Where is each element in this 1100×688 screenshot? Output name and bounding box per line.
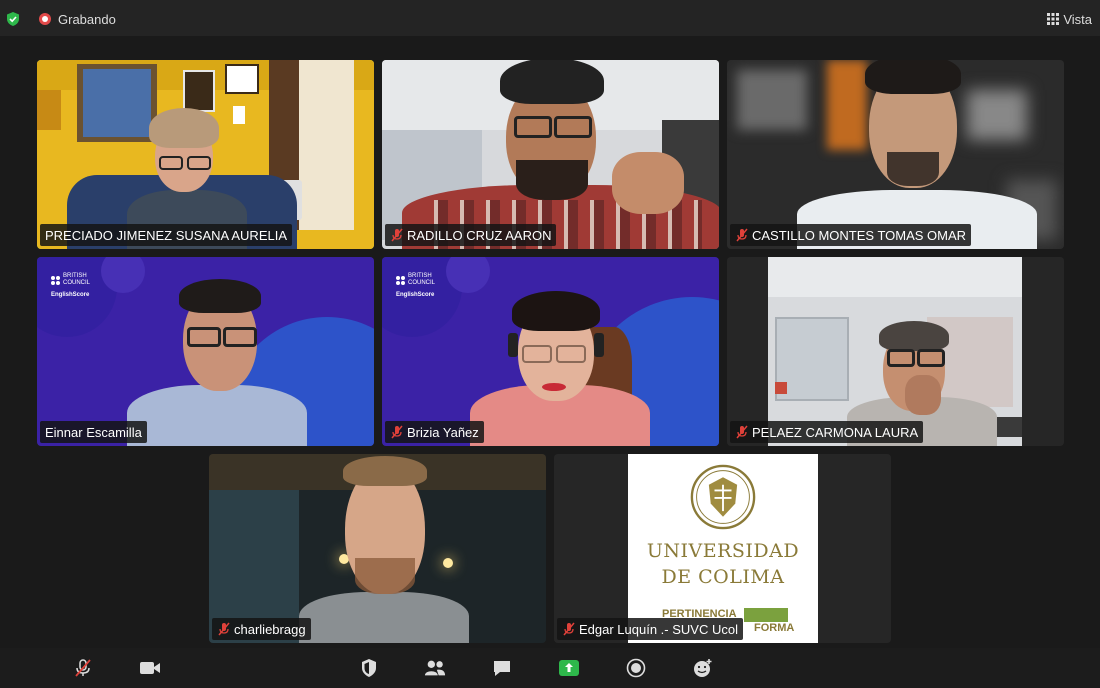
view-label: Vista — [1063, 11, 1092, 27]
university-crest-icon — [690, 464, 756, 530]
view-button[interactable]: Vista — [1047, 11, 1092, 27]
englishscore-label: EnglishScore — [51, 292, 90, 298]
participant-name-tag: PRECIADO JIMENEZ SUSANA AURELIA — [40, 224, 293, 246]
share-screen-button[interactable] — [558, 658, 580, 678]
encryption-shield-icon[interactable] — [6, 12, 20, 26]
mic-muted-icon — [218, 622, 230, 636]
bc-line1: BRITISH — [408, 273, 432, 279]
video-tile-pelaez[interactable]: PELAEZ CARMONA LAURA — [727, 257, 1064, 446]
security-icon — [362, 659, 376, 677]
video-tile-radillo[interactable]: RADILLO CRUZ AARON — [382, 60, 719, 249]
forma-label: FORMA — [754, 622, 795, 634]
participant-name-tag: Edgar Luquín .- SUVC Ucol — [557, 618, 743, 640]
video-tile-charliebragg[interactable]: charliebragg — [209, 454, 546, 643]
university-name-line1: UNIVERSIDAD — [646, 540, 800, 562]
meeting-top-bar: Grabando Vista — [0, 0, 1100, 36]
bc-line2: COUNCIL — [408, 280, 436, 286]
mic-muted-icon — [391, 425, 403, 439]
participant-name: charliebragg — [234, 621, 306, 637]
video-tile-einnar[interactable]: BRITISH COUNCIL EnglishScore Einnar Escam… — [37, 257, 374, 446]
participant-name: Edgar Luquín .- SUVC Ucol — [579, 621, 738, 637]
bc-line2: COUNCIL — [63, 280, 91, 286]
video-tile-preciado[interactable]: PRECIADO JIMENEZ SUSANA AURELIA — [37, 60, 374, 249]
video-button[interactable] — [139, 658, 161, 678]
participant-name: CASTILLO MONTES TOMAS OMAR — [752, 227, 967, 243]
participants-icon — [424, 660, 446, 676]
recording-label: Grabando — [58, 12, 116, 27]
participant-name-tag: Einnar Escamilla — [40, 421, 147, 443]
british-council-logo: BRITISH COUNCIL EnglishScore — [396, 273, 435, 299]
security-button[interactable] — [358, 658, 380, 678]
video-icon — [140, 662, 160, 674]
video-tile-brizia[interactable]: BRITISH COUNCIL EnglishScore Brizia Yañez — [382, 257, 719, 446]
participant-name-tag: RADILLO CRUZ AARON — [385, 224, 557, 246]
mic-muted-icon — [563, 622, 575, 636]
bc-line1: BRITISH — [63, 273, 87, 279]
reactions-icon — [694, 659, 712, 677]
university-logo-card: UNIVERSIDAD DE COLIMA PERTINENCIA FORMA — [628, 454, 818, 643]
british-council-logo: BRITISH COUNCIL EnglishScore — [51, 273, 90, 299]
record-button[interactable] — [625, 658, 647, 678]
participant-name-tag: charliebragg — [212, 618, 311, 640]
participant-name: PRECIADO JIMENEZ SUSANA AURELIA — [45, 227, 288, 243]
mic-muted-icon — [75, 659, 91, 677]
participant-name: RADILLO CRUZ AARON — [407, 227, 552, 243]
video-tile-edgar[interactable]: UNIVERSIDAD DE COLIMA PERTINENCIA FORMA … — [554, 454, 891, 643]
participant-name-tag: PELAEZ CARMONA LAURA — [730, 421, 924, 443]
meeting-controls-bar — [0, 648, 1100, 688]
mic-muted-icon — [391, 228, 403, 242]
participant-name-tag: Brizia Yañez — [385, 421, 484, 443]
participant-name: Brizia Yañez — [407, 424, 479, 440]
university-name-line2: DE COLIMA — [661, 566, 785, 588]
grid-view-icon — [1047, 13, 1060, 25]
video-tile-castillo[interactable]: CASTILLO MONTES TOMAS OMAR — [727, 60, 1064, 249]
mic-muted-icon — [736, 228, 748, 242]
recording-icon — [39, 13, 51, 25]
share-screen-icon — [559, 660, 579, 676]
mic-muted-icon — [736, 425, 748, 439]
participants-button[interactable] — [424, 658, 446, 678]
chat-icon — [494, 661, 510, 676]
participant-name: PELAEZ CARMONA LAURA — [752, 424, 919, 440]
englishscore-label: EnglishScore — [396, 292, 435, 298]
reactions-button[interactable] — [692, 658, 714, 678]
participant-name: Einnar Escamilla — [45, 424, 142, 440]
participant-name-tag: CASTILLO MONTES TOMAS OMAR — [730, 224, 972, 246]
mute-button[interactable] — [72, 658, 94, 678]
chat-button[interactable] — [491, 658, 513, 678]
record-icon — [626, 658, 646, 678]
